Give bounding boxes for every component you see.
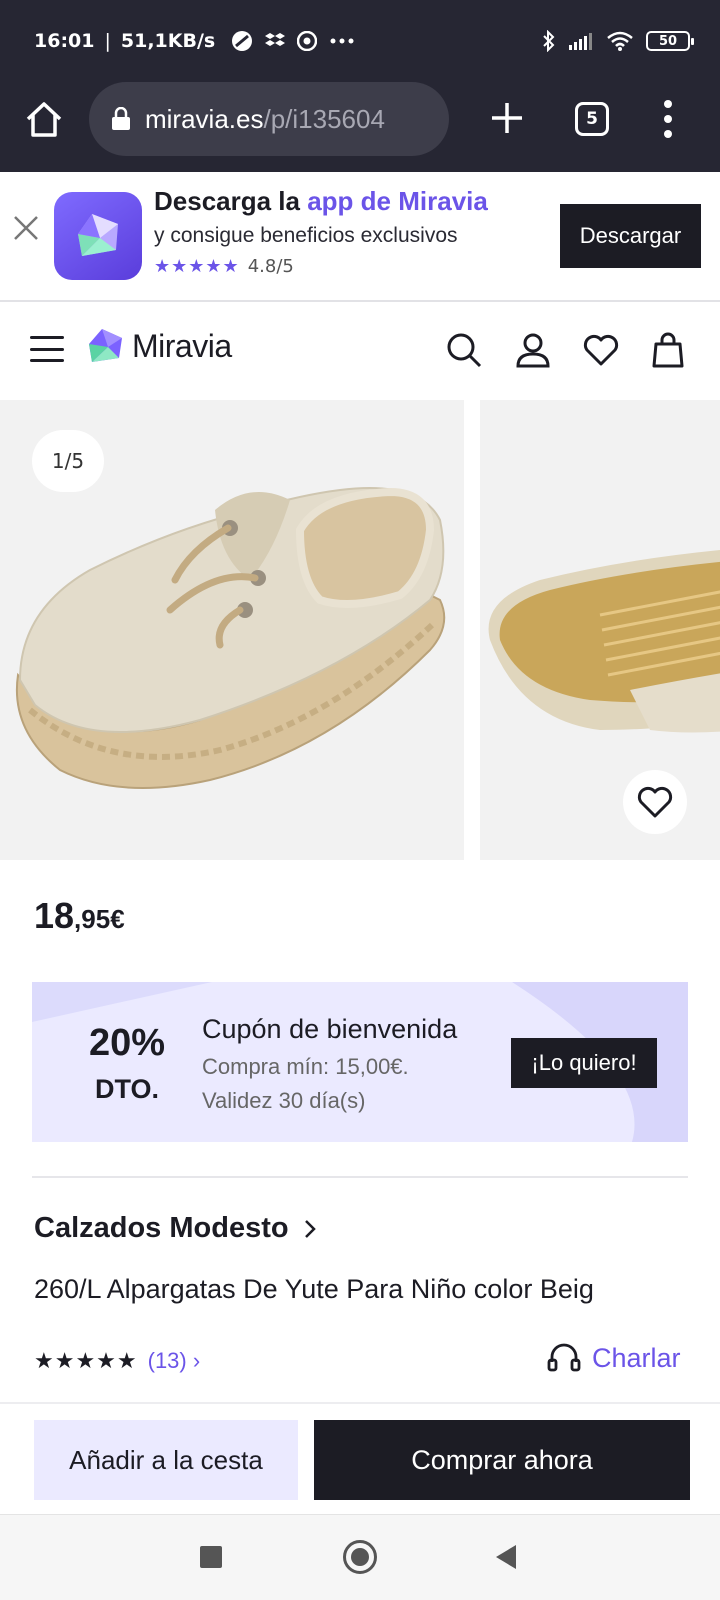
add-to-cart-button[interactable]: Añadir a la cesta [34,1420,298,1500]
coupon-dto-label: DTO. [94,1074,159,1104]
close-icon[interactable] [12,214,40,242]
signal-icon [569,33,592,50]
image-counter: 1/5 [32,430,104,492]
chat-label: Charlar [592,1342,681,1373]
banner-title-accent: app de Miravia [307,186,488,216]
system-navigation-bar [0,1514,720,1600]
miravia-logo-icon [89,329,122,362]
site-header: Miravia [0,302,720,398]
heart-icon [637,786,673,818]
product-image-gallery[interactable]: 1/5 [0,400,720,860]
back-icon[interactable] [496,1545,516,1569]
coupon-title: Cupón de bienvenida [202,1014,458,1044]
more-dots-icon [330,38,354,44]
welcome-coupon-card: 20% DTO. Cupón de bienvenida Compra mín:… [32,982,688,1142]
section-divider [32,1176,688,1178]
battery-icon: 50 [646,31,694,51]
product-price: 18,95€ [34,895,125,937]
coupon-validity: Validez 30 día(s) [202,1088,366,1113]
address-bar[interactable]: miravia.es/p/i135604 [89,82,449,156]
claim-coupon-button[interactable]: ¡Lo quiero! [511,1038,657,1088]
seller-link[interactable]: Calzados Modesto [34,1212,317,1245]
url-text: miravia.es/p/i135604 [145,104,385,135]
chevron-right-icon [304,1219,316,1238]
seller-name: Calzados Modesto [34,1212,289,1244]
vpn-icon [232,31,253,51]
new-tab-icon[interactable] [487,96,527,140]
price-decimal: ,95€ [74,904,125,934]
favorite-button[interactable] [623,770,687,834]
product-title: 260/L Alpargatas De Yute Para Niño color… [34,1274,594,1304]
chrome-icon [297,31,318,51]
coupon-min-purchase: Compra mín: 15,00€. [202,1054,409,1079]
miravia-gem-icon [78,214,118,256]
status-time: 16:01 [34,30,95,52]
product-image-1[interactable]: 1/5 [0,400,464,860]
chat-with-seller-button[interactable]: Charlar [546,1340,681,1376]
download-app-button[interactable]: Descargar [560,204,701,268]
banner-stars: ★★★★★ [154,256,240,277]
status-separator: | [104,30,111,52]
browser-menu-icon[interactable] [655,96,681,142]
coupon-percent: 20% [88,1022,166,1064]
browser-chrome: 16:01 | 51,1KB/s 50 miravia.es/p/i135604… [0,0,720,172]
hamburger-menu-icon[interactable] [30,336,64,362]
url-path: /p/i135604 [263,103,385,134]
search-icon[interactable] [444,330,484,370]
user-account-icon[interactable] [513,330,553,370]
purchase-action-bar: Añadir a la cesta Comprar ahora [0,1402,720,1514]
wishlist-heart-icon[interactable] [581,330,621,370]
dropbox-icon [265,33,286,46]
banner-title: Descarga la app de Miravia [154,186,488,217]
status-bar: 16:01 | 51,1KB/s 50 [0,0,720,88]
bluetooth-icon [543,30,555,52]
status-left: 16:01 | 51,1KB/s [34,30,355,52]
banner-subtitle: y consigue beneficios exclusivos [154,224,458,247]
logo-text: Miravia [132,327,232,364]
tab-switcher-button[interactable]: 5 [575,102,609,136]
banner-title-plain: Descarga la [154,186,308,216]
miravia-app-logo [54,192,142,280]
miravia-logo[interactable]: Miravia [86,326,232,366]
status-right: 50 [542,30,694,52]
url-row: miravia.es/p/i135604 5 [0,82,720,158]
url-host: miravia.es [145,103,264,134]
product-rating[interactable]: ★★★★★ (13) › [34,1348,200,1374]
headset-icon [547,1343,581,1372]
status-net-speed: 51,1KB/s [120,30,216,52]
home-icon[interactable] [22,97,66,141]
banner-rating-value: 4.8/5 [247,256,294,277]
recents-icon[interactable] [200,1546,222,1568]
home-nav-icon[interactable] [343,1540,377,1574]
banner-rating: ★★★★★ 4.8/5 [154,256,294,277]
shopping-bag-icon[interactable] [648,330,688,370]
review-count-link[interactable]: (13) › [148,1348,201,1374]
app-download-banner: Descarga la app de Miravia y consigue be… [0,172,720,302]
buy-now-button[interactable]: Comprar ahora [314,1420,690,1500]
rating-stars: ★★★★★ [34,1348,138,1374]
lock-icon [112,107,130,130]
wifi-icon [607,31,633,51]
status-app-icons [231,30,355,52]
price-integer: 18 [34,895,75,936]
